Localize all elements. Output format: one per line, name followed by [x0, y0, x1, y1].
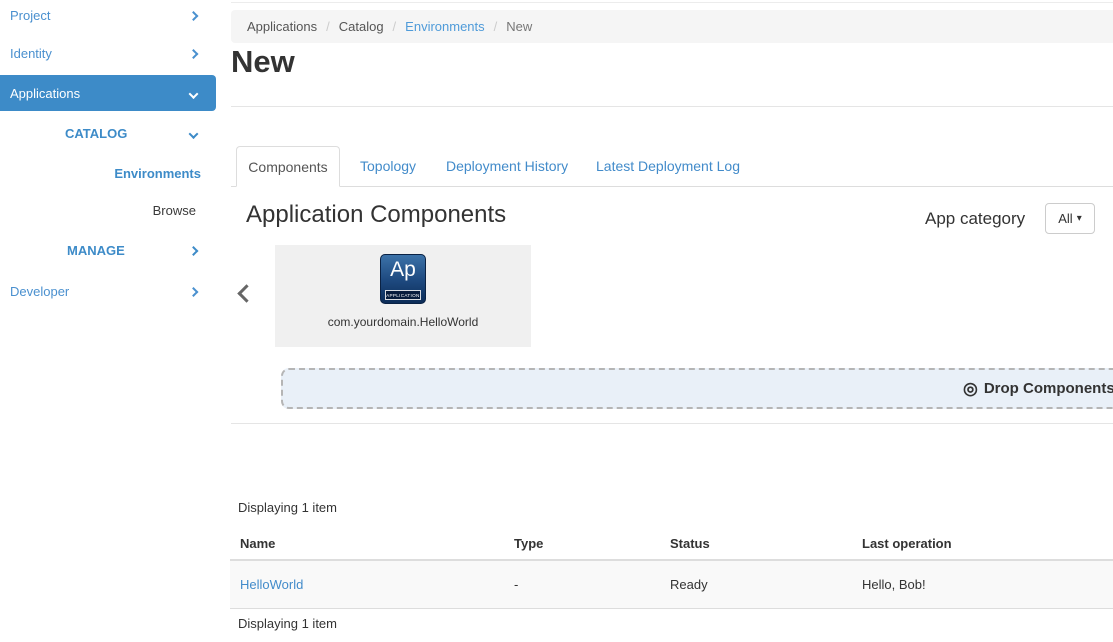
title-divider — [231, 106, 1113, 107]
section-divider — [231, 423, 1113, 424]
sidebar-item-manage[interactable]: MANAGE — [0, 235, 216, 265]
breadcrumb-separator: / — [494, 19, 498, 34]
application-icon-caption: APPLICATION — [385, 290, 421, 300]
sidebar-item-project[interactable]: Project — [0, 0, 216, 30]
component-type-cell: - — [504, 560, 660, 608]
chevron-down-icon — [190, 126, 197, 141]
chevron-right-icon — [190, 243, 197, 258]
component-drop-zone[interactable]: ◎ Drop Components here — [281, 368, 1113, 409]
app-category-label: App category — [925, 209, 1025, 229]
sidebar-item-developer[interactable]: Developer — [0, 276, 216, 306]
main-content: Applications / Catalog / Environments / … — [216, 0, 1113, 642]
application-tile[interactable]: Ap APPLICATION com.yourdomain.HelloWorld — [275, 245, 531, 347]
tab-bar: Components Topology Deployment History L… — [231, 146, 1113, 187]
table-count-bottom: Displaying 1 item — [238, 616, 337, 631]
tab-components[interactable]: Components — [236, 146, 340, 187]
chevron-right-icon — [190, 284, 197, 299]
sidebar-item-label: Browse — [153, 203, 196, 218]
breadcrumb-separator: / — [326, 19, 330, 34]
app-category-dropdown[interactable]: All ▾ — [1045, 203, 1095, 234]
sidebar-item-identity[interactable]: Identity — [0, 38, 216, 68]
breadcrumb-item-applications: Applications — [247, 19, 317, 34]
app-category-selected: All — [1058, 211, 1072, 226]
component-name-link[interactable]: HelloWorld — [240, 577, 303, 592]
chevron-down-icon — [190, 86, 197, 101]
column-header-status: Status — [660, 528, 852, 560]
table-row: HelloWorld - Ready Hello, Bob! — [230, 560, 1113, 608]
caret-down-icon: ▾ — [1077, 214, 1082, 224]
sidebar-item-label: Project — [10, 8, 50, 23]
application-components-heading: Application Components — [246, 201, 506, 229]
column-header-type: Type — [504, 528, 660, 560]
column-header-name: Name — [230, 528, 504, 560]
tab-deployment-history[interactable]: Deployment History — [446, 146, 568, 186]
sidebar-item-label: Identity — [10, 46, 52, 61]
sidebar-item-environments[interactable]: Environments — [0, 158, 216, 188]
sidebar-item-label: Developer — [10, 284, 69, 299]
sidebar-item-applications[interactable]: Applications — [0, 75, 216, 111]
components-table: Name Type Status Last operation HelloWor… — [230, 528, 1113, 609]
sidebar-item-catalog[interactable]: CATALOG — [0, 118, 216, 148]
component-status-cell: Ready — [660, 560, 852, 608]
sidebar-item-label: Environments — [114, 166, 201, 181]
drop-target-icon: ◎ — [963, 379, 978, 399]
breadcrumb-item-new: New — [506, 19, 532, 34]
breadcrumb-separator: / — [393, 19, 397, 34]
breadcrumb-item-catalog: Catalog — [339, 19, 384, 34]
application-icon-text: Ap — [381, 255, 425, 285]
breadcrumb: Applications / Catalog / Environments / … — [231, 10, 1113, 43]
sidebar-item-browse[interactable]: Browse — [0, 196, 216, 224]
application-tile-name: com.yourdomain.HelloWorld — [275, 315, 531, 329]
sidebar-item-label: MANAGE — [67, 243, 125, 258]
column-header-last-operation: Last operation — [852, 528, 1113, 560]
tab-latest-deployment-log[interactable]: Latest Deployment Log — [596, 146, 740, 186]
top-divider — [231, 2, 1113, 3]
breadcrumb-item-environments[interactable]: Environments — [405, 19, 484, 34]
table-header-row: Name Type Status Last operation — [230, 528, 1113, 560]
sidebar-item-label: CATALOG — [65, 126, 127, 141]
chevron-right-icon — [190, 8, 197, 23]
sidebar: Project Identity Applications CATALOG En… — [0, 0, 216, 642]
application-icon: Ap APPLICATION — [380, 254, 426, 304]
page-title: New — [231, 44, 295, 80]
drop-zone-label: ◎ Drop Components here — [963, 379, 1113, 399]
sidebar-item-label: Applications — [10, 86, 80, 101]
chevron-right-icon — [190, 46, 197, 61]
tab-topology[interactable]: Topology — [360, 146, 416, 186]
table-count-top: Displaying 1 item — [238, 500, 337, 515]
component-last-operation-cell: Hello, Bob! — [852, 560, 1113, 608]
carousel-prev-icon[interactable] — [237, 284, 255, 302]
